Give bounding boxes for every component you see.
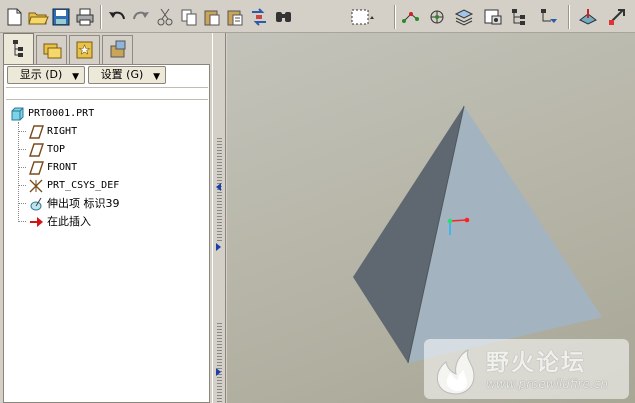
datum-plane-icon [28,161,44,175]
search-icon[interactable] [273,6,295,28]
tree-item-label: FRONT [47,162,78,173]
watermark: 野火论坛 www.proewildfire.cn [424,339,629,399]
show-button[interactable]: 显示 (D) ▼ [7,66,85,84]
datum-plane-icon[interactable] [537,6,559,28]
print-icon[interactable] [74,6,96,28]
insert-here-icon [28,215,44,229]
redo-icon[interactable] [130,6,152,28]
datum-plane-icon [28,125,44,139]
tree-item-right[interactable]: RIGHT [0,124,200,140]
open-icon[interactable] [27,6,49,28]
expand-arrow-icon[interactable] [216,243,221,251]
tree-item-csys[interactable]: PRT_CSYS_DEF [0,178,200,194]
splitter-grip [217,323,222,403]
protrusion-icon [28,197,44,211]
tree-item-label: 伸出项 标识39 [47,197,120,210]
paste-icon[interactable] [201,6,223,28]
collapse-arrow-icon[interactable] [216,183,221,191]
tree-item-label: PRT0001.PRT [28,108,95,119]
main-toolbar [0,0,635,33]
tree-item-insert-here[interactable]: 在此插入 [0,214,200,230]
flame-logo-icon [436,349,475,395]
new-icon[interactable] [3,6,25,28]
settings-button[interactable]: 设置 (G) ▼ [88,66,166,84]
chevron-down-icon: ▼ [153,72,160,82]
connections-tab[interactable] [102,35,133,64]
regenerate-icon[interactable] [248,6,270,28]
graphics-viewport[interactable]: 野火论坛 www.proewildfire.cn [227,33,635,403]
paste-special-icon[interactable] [224,6,246,28]
view-manager-icon[interactable] [482,6,504,28]
favorites-tab[interactable] [69,35,100,64]
tree-item-protrusion[interactable]: 伸出项 标识39 [0,196,200,212]
tree-item-top[interactable]: TOP [0,142,200,158]
pyramid-right-face [408,106,602,363]
help-icon[interactable] [606,6,628,28]
select-box-icon[interactable] [349,6,377,28]
model-tree-tab[interactable] [3,33,34,64]
watermark-title: 野火论坛 [486,350,586,376]
tree-item-label: 在此插入 [47,215,91,228]
csys-icon[interactable] [426,6,448,28]
copy-icon[interactable] [178,6,200,28]
layers-icon[interactable] [453,6,475,28]
datum-plane-icon [28,143,44,157]
watermark-url: www.proewildfire.cn [486,377,608,391]
tree-item-label: TOP [47,144,66,155]
tree-item-label: PRT_CSYS_DEF [47,180,120,191]
datum-point-icon[interactable] [400,6,422,28]
show-button-label: 显示 (D) [19,68,63,81]
tree-filter-strip [6,87,208,100]
undo-icon[interactable] [106,6,128,28]
chevron-down-icon: ▼ [72,72,79,82]
navigator-panel: 显示 (D) ▼ 设置 (G) ▼ PRT0001.PRT RIGHT TOP … [0,33,212,403]
spin-center-icon[interactable] [577,6,599,28]
csys-icon [28,179,44,193]
model-tree-icon[interactable] [508,6,530,28]
tree-item-part[interactable]: PRT0001.PRT [0,106,200,122]
expand-arrow-icon[interactable] [216,368,221,376]
save-icon[interactable] [50,6,72,28]
cut-icon[interactable] [154,6,176,28]
panel-splitter[interactable] [212,33,226,403]
part-icon [9,107,25,121]
tree-item-front[interactable]: FRONT [0,160,200,176]
settings-button-label: 设置 (G) [100,68,144,81]
tree-item-label: RIGHT [47,126,78,137]
folder-browser-tab[interactable] [36,35,67,64]
